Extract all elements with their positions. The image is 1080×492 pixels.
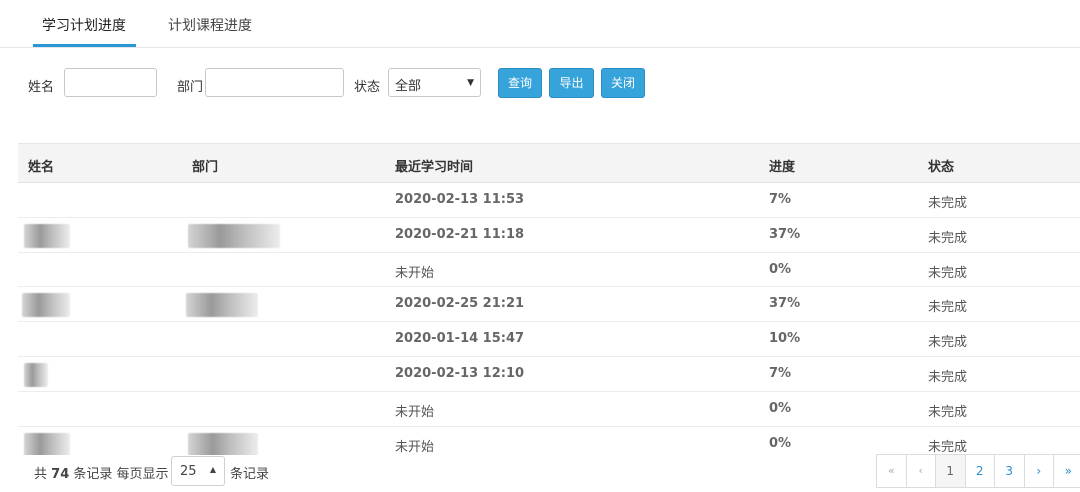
- table-row[interactable]: 2020-02-21 11:18 37% 未完成: [18, 218, 1080, 253]
- redacted-dept: [186, 293, 258, 318]
- last-study-time: 未开始: [395, 404, 435, 420]
- chevron-down-icon: ▼: [467, 78, 474, 88]
- status-value: 未完成: [928, 196, 968, 211]
- column-header-name: 姓名: [28, 160, 55, 175]
- active-tab-indicator: [33, 44, 136, 47]
- progress-value: 10%: [769, 331, 801, 347]
- table-footer: 共 74 条记录 每页显示 25 ▲ 条记录 « ‹ 1 2 3 › »: [0, 452, 1080, 492]
- column-header-dept: 部门: [192, 160, 219, 175]
- pagination: « ‹ 1 2 3 › »: [876, 454, 1080, 488]
- total-prefix: 共: [34, 467, 48, 482]
- page-button-3[interactable]: 3: [994, 454, 1025, 488]
- column-header-progress: 进度: [769, 160, 796, 175]
- status-value: 未完成: [928, 265, 968, 281]
- tab-plan-course-progress[interactable]: 计划课程进度: [168, 15, 252, 35]
- last-page-button[interactable]: »: [1053, 454, 1080, 488]
- status-value: 未完成: [928, 369, 968, 385]
- last-study-time: 2020-02-25 21:21: [395, 296, 525, 312]
- record-summary: 共 74 条记录 每页显示: [34, 463, 169, 482]
- redacted-name: [24, 223, 70, 248]
- first-page-button[interactable]: «: [876, 454, 907, 488]
- progress-value: 7%: [769, 365, 792, 381]
- last-study-time: 2020-02-13 12:10: [395, 365, 525, 381]
- progress-value: 37%: [769, 226, 801, 242]
- status-value: 未完成: [928, 230, 968, 246]
- progress-table: 姓名 部门 最近学习时间 进度 状态 2020-02-13 11:53 7% 未…: [18, 143, 1080, 455]
- filter-bar: 姓名 部门 状态 全部 ▼ 查询 导出 关闭: [0, 62, 1080, 102]
- redacted-name: [22, 293, 70, 318]
- tab-bar: 学习计划进度 计划课程进度: [0, 0, 1080, 48]
- dept-label: 部门: [177, 80, 204, 95]
- progress-value: 0%: [769, 435, 792, 451]
- last-study-time: 2020-02-21 11:18: [395, 226, 525, 242]
- last-study-time: 2020-01-14 15:47: [395, 331, 525, 347]
- column-header-status: 状态: [928, 160, 955, 175]
- total-suffix: 条记录 每页显示: [73, 467, 169, 482]
- table-row[interactable]: 2020-02-13 12:10 7% 未完成: [18, 357, 1080, 392]
- last-study-time: 未开始: [395, 265, 435, 281]
- table-row[interactable]: 未开始 0% 未完成: [18, 253, 1080, 288]
- redacted-name: [24, 362, 48, 387]
- last-study-time: 2020-02-13 11:53: [395, 192, 525, 207]
- name-label: 姓名: [28, 80, 55, 95]
- column-header-last-study-time: 最近学习时间: [395, 160, 474, 175]
- close-button[interactable]: 关闭: [601, 68, 645, 98]
- progress-value: 7%: [769, 192, 792, 207]
- page-size-value: 25: [180, 464, 197, 479]
- next-page-button[interactable]: ›: [1023, 454, 1054, 488]
- prev-page-button[interactable]: ‹: [905, 454, 936, 488]
- page-button-2[interactable]: 2: [964, 454, 995, 488]
- name-input[interactable]: [64, 68, 157, 97]
- page-size-select[interactable]: 25 ▲: [171, 456, 225, 486]
- page-button-1[interactable]: 1: [935, 454, 966, 488]
- query-button[interactable]: 查询: [498, 68, 542, 98]
- caret-up-icon: ▲: [209, 465, 216, 474]
- dept-input[interactable]: [205, 68, 344, 97]
- table-row[interactable]: 2020-02-25 21:21 37% 未完成: [18, 287, 1080, 323]
- status-label: 状态: [354, 80, 381, 95]
- progress-value: 0%: [769, 261, 792, 277]
- status-value: 未完成: [928, 335, 968, 351]
- status-value: 未完成: [928, 404, 968, 420]
- table-row[interactable]: 2020-02-13 11:53 7% 未完成: [18, 183, 1080, 218]
- table-row[interactable]: 2020-01-14 15:47 10% 未完成: [18, 322, 1080, 357]
- table-row[interactable]: 未开始 0% 未完成: [18, 392, 1080, 427]
- redacted-dept: [188, 223, 280, 248]
- table-header: 姓名 部门 最近学习时间 进度 状态: [18, 143, 1080, 183]
- export-button[interactable]: 导出: [549, 68, 594, 98]
- tab-study-plan-progress[interactable]: 学习计划进度: [42, 15, 126, 35]
- progress-value: 37%: [769, 296, 801, 312]
- status-value: 未完成: [928, 300, 968, 316]
- records-suffix: 条记录: [230, 467, 270, 482]
- progress-value: 0%: [769, 400, 792, 416]
- status-select[interactable]: 全部 ▼: [388, 68, 481, 97]
- table-row[interactable]: 未开始 0% 未完成: [18, 427, 1080, 455]
- status-select-value: 全部: [395, 79, 422, 94]
- total-count: 74: [51, 467, 70, 482]
